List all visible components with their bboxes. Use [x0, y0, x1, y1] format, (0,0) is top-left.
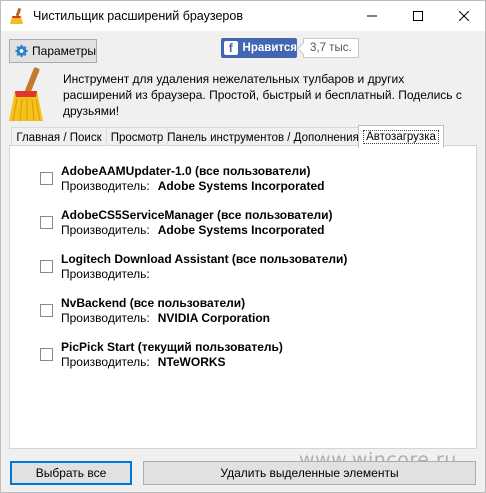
- tab-main-search[interactable]: Главная / Поиск: [11, 127, 107, 147]
- tab-label: Панель инструментов / Дополнения: [167, 131, 359, 144]
- list-item: NvBackend (все пользователи) Производите…: [40, 296, 440, 332]
- item-name: NvBackend (все пользователи): [61, 296, 246, 310]
- list-item: AdobeAAMUpdater-1.0 (все пользователи) П…: [40, 164, 440, 200]
- item-vendor: Производитель:: [61, 267, 158, 281]
- tab-label: Автозагрузка: [363, 130, 439, 144]
- tab-label: Просмотр: [110, 131, 164, 144]
- gear-icon: [15, 44, 28, 58]
- item-checkbox[interactable]: [40, 172, 53, 185]
- item-name: PicPick Start (текущий пользователь): [61, 340, 283, 354]
- tab-label: Главная / Поиск: [16, 131, 102, 144]
- minimize-button[interactable]: [349, 1, 395, 31]
- item-checkbox[interactable]: [40, 260, 53, 273]
- autostart-panel: AdobeAAMUpdater-1.0 (все пользователи) П…: [9, 145, 477, 449]
- select-all-button[interactable]: Выбрать все: [10, 461, 132, 485]
- tab-toolbars-addons[interactable]: Панель инструментов / Дополнения: [167, 127, 359, 147]
- item-vendor: Производитель: NTeWORKS: [61, 355, 226, 369]
- description-area: Инструмент для удаления нежелательных ту…: [1, 67, 485, 123]
- item-vendor: Производитель: Adobe Systems Incorporated: [61, 223, 324, 237]
- vendor-label: Производитель:: [61, 179, 150, 193]
- toolbar: Параметры f Нравится 3,7 тыс.: [1, 31, 485, 67]
- params-button[interactable]: Параметры: [9, 39, 97, 63]
- tab-autostart[interactable]: Автозагрузка: [358, 125, 444, 148]
- vendor-label: Производитель:: [61, 267, 150, 281]
- item-name: AdobeCS5ServiceManager (все пользователи…: [61, 208, 333, 222]
- vendor-label: Производитель:: [61, 355, 150, 369]
- facebook-icon: f: [224, 41, 238, 55]
- item-vendor: Производитель: Adobe Systems Incorporated: [61, 179, 324, 193]
- item-name: Logitech Download Assistant (все пользов…: [61, 252, 348, 266]
- facebook-like-button[interactable]: f Нравится: [221, 38, 297, 58]
- vendor-value: Adobe Systems Incorporated: [157, 179, 325, 193]
- item-checkbox[interactable]: [40, 304, 53, 317]
- item-vendor: Производитель: NVIDIA Corporation: [61, 311, 270, 325]
- minimize-icon: [367, 15, 377, 17]
- params-label: Параметры: [32, 44, 96, 58]
- description-text: Инструмент для удаления нежелательных ту…: [63, 72, 462, 118]
- close-button[interactable]: [441, 1, 486, 31]
- item-checkbox[interactable]: [40, 216, 53, 229]
- tab-view[interactable]: Просмотр: [106, 127, 168, 147]
- vendor-label: Производитель:: [61, 311, 150, 325]
- broom-icon: [10, 8, 23, 24]
- maximize-icon: [413, 11, 423, 21]
- vendor-value: NVIDIA Corporation: [157, 311, 270, 325]
- list-item: PicPick Start (текущий пользователь) Про…: [40, 340, 440, 376]
- list-item: Logitech Download Assistant (все пользов…: [40, 252, 440, 288]
- broom-logo-icon: [9, 67, 43, 122]
- window-title: Чистильщик расширений браузеров: [33, 9, 243, 23]
- facebook-like-label: Нравится: [242, 42, 297, 54]
- title-bar[interactable]: Чистильщик расширений браузеров: [1, 1, 485, 31]
- vendor-value: Adobe Systems Incorporated: [157, 223, 325, 237]
- maximize-button[interactable]: [395, 1, 441, 31]
- vendor-value: NTeWORKS: [157, 355, 226, 369]
- close-icon: [459, 11, 469, 21]
- list-item: AdobeCS5ServiceManager (все пользователи…: [40, 208, 440, 244]
- item-name: AdobeAAMUpdater-1.0 (все пользователи): [61, 164, 311, 178]
- delete-selected-button[interactable]: Удалить выделенные элементы: [143, 461, 476, 485]
- item-checkbox[interactable]: [40, 348, 53, 361]
- facebook-like-count: 3,7 тыс.: [303, 38, 359, 58]
- app-window: Чистильщик расширений браузеров Параметр…: [0, 0, 486, 493]
- vendor-label: Производитель:: [61, 223, 150, 237]
